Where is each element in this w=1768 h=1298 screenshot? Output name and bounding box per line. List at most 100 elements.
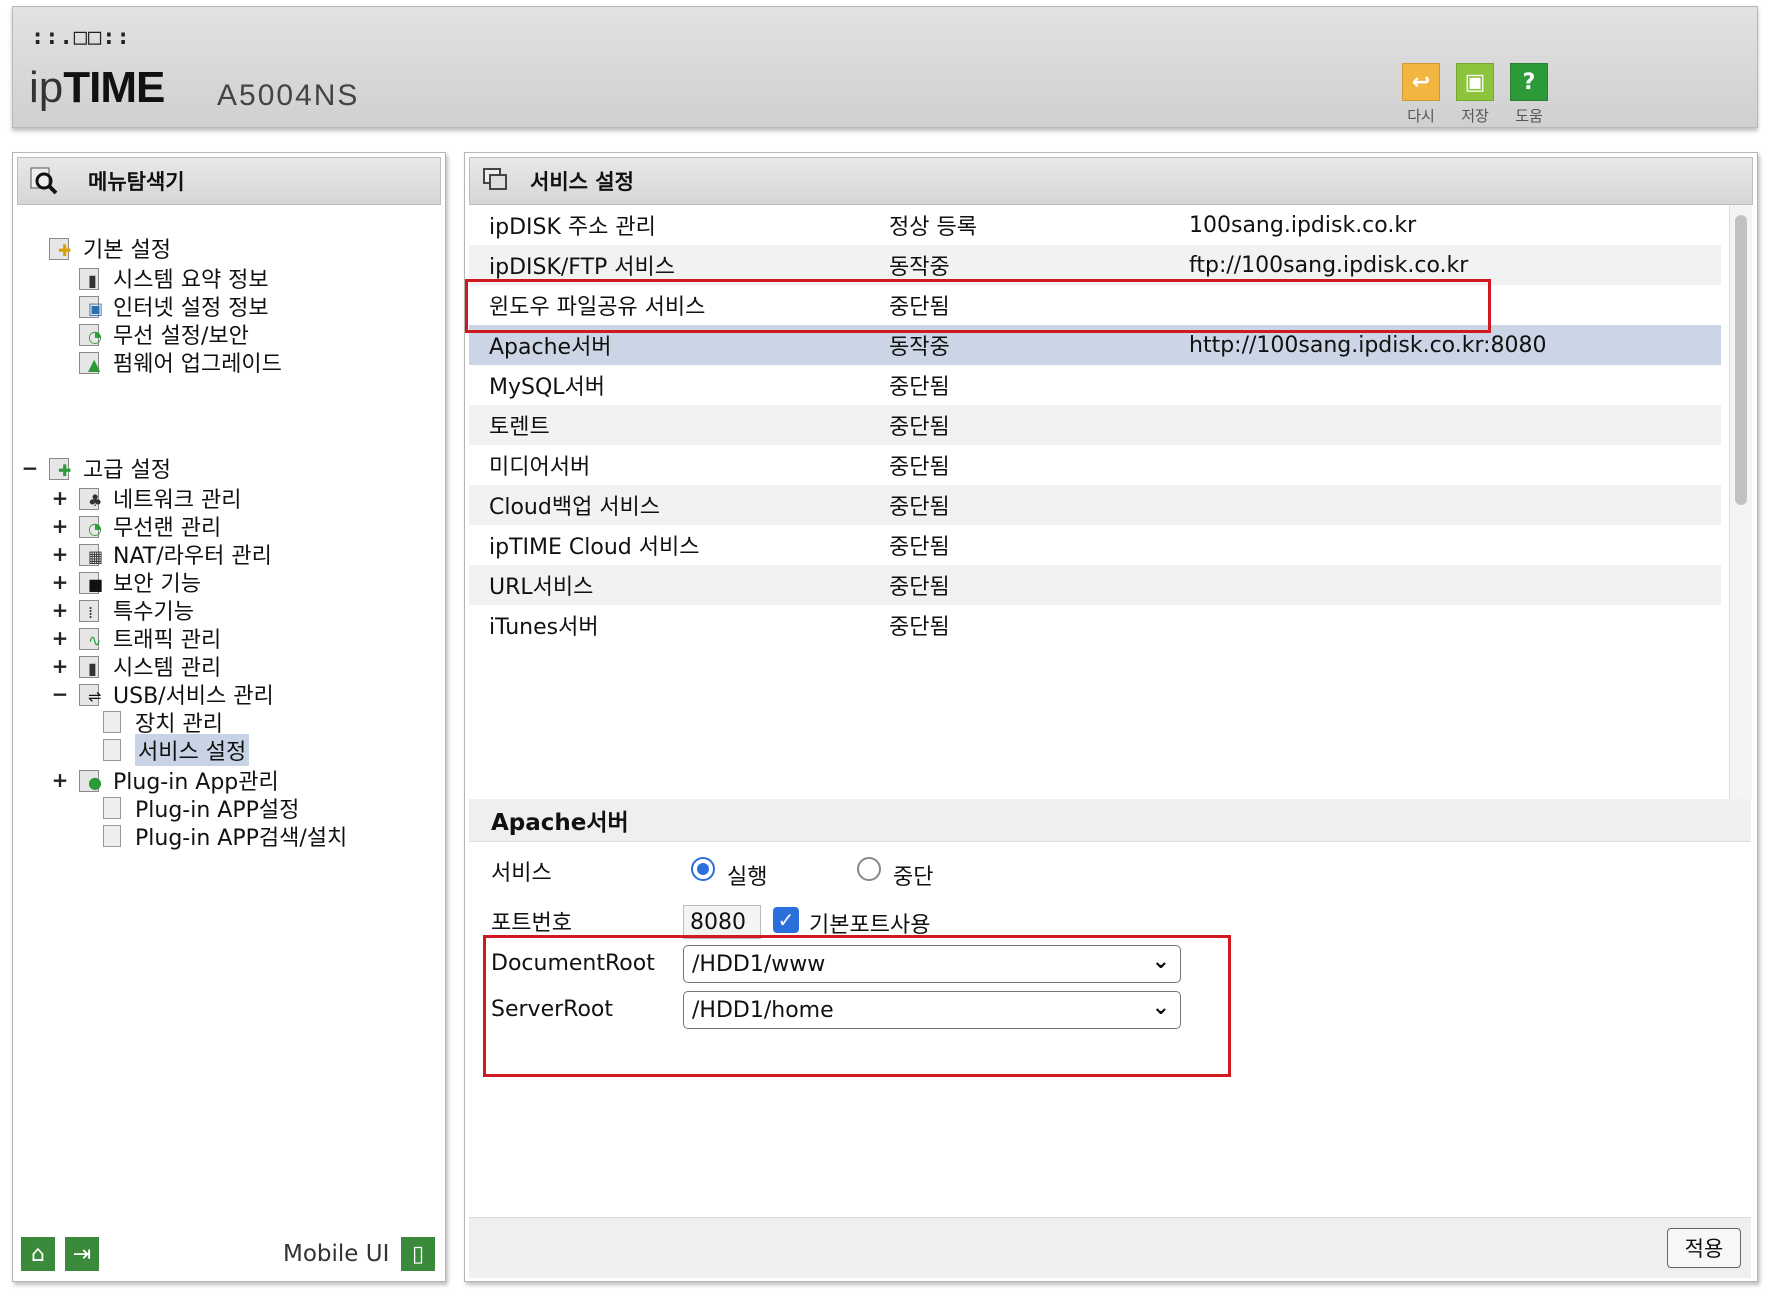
tree-item-usb-service[interactable]: − ⇌ USB/서비스 관리 <box>51 679 274 709</box>
scrollbar-thumb[interactable] <box>1735 215 1747 505</box>
expand-toggle[interactable]: + <box>51 542 69 566</box>
brand-prefix: ip <box>29 63 64 112</box>
tree-basic-settings[interactable]: ✚ 기본 설정 <box>49 233 171 263</box>
tree-item-wireless[interactable]: ◔ 무선 설정/보안 <box>79 319 249 349</box>
tree-item-plugin-settings[interactable]: Plug-in APP설정 <box>103 793 299 823</box>
service-name: Apache서버 <box>489 335 612 360</box>
brand-logo: ipTIME <box>29 63 165 113</box>
page-icon <box>103 711 121 733</box>
service-row[interactable]: 미디어서버 중단됨 <box>469 445 1721 485</box>
tree-item-system-summary[interactable]: ▮ 시스템 요약 정보 <box>79 263 269 293</box>
expand-toggle[interactable]: + <box>51 570 69 594</box>
tree-advanced-settings[interactable]: − ✚ 고급 설정 <box>21 453 171 483</box>
radio-run-label: 실행 <box>727 865 768 890</box>
tree-label: 고급 설정 <box>83 458 171 483</box>
undo-label: 다시 <box>1407 107 1435 125</box>
logout-icon[interactable]: ⇥ <box>65 1237 99 1271</box>
tree-item-internet-info[interactable]: ▣ 인터넷 설정 정보 <box>79 291 269 321</box>
detail-title-bar: Apache서버 <box>469 799 1751 842</box>
service-status: 중단됨 <box>889 375 950 400</box>
service-status: 중단됨 <box>889 615 950 640</box>
service-name: URL서비스 <box>489 575 594 600</box>
highlight-box-apache-row <box>465 279 1491 333</box>
tree-label: Plug-in APP검색/설치 <box>135 826 348 851</box>
model-name: A5004NS <box>217 79 360 112</box>
service-url: ftp://100sang.ipdisk.co.kr <box>1189 252 1469 278</box>
radio-stop[interactable] <box>857 857 881 881</box>
page-icon <box>103 825 121 847</box>
service-row[interactable]: ipTIME Cloud 서비스 중단됨 <box>469 525 1721 565</box>
windows-icon <box>482 167 510 195</box>
tree-item-traffic[interactable]: + ∿ 트래픽 관리 <box>51 623 222 653</box>
service-name: 토렌트 <box>489 415 550 440</box>
tree-item-network[interactable]: + ♣ 네트워크 관리 <box>51 483 242 513</box>
radio-run[interactable] <box>691 857 715 881</box>
service-name: iTunes서버 <box>489 615 599 640</box>
tree-item-system-mgmt[interactable]: + ▮ 시스템 관리 <box>51 651 222 681</box>
tree-item-firmware[interactable]: ▲ 펌웨어 업그레이드 <box>79 347 282 377</box>
service-name: ipDISK/FTP 서비스 <box>489 255 675 280</box>
service-name: Cloud백업 서비스 <box>489 495 661 520</box>
default-port-checkbox[interactable]: ✓ <box>773 907 799 933</box>
service-list-scrollbar[interactable] <box>1729 205 1752 799</box>
save-button[interactable]: ▣ 저장 <box>1455 63 1495 126</box>
tree-item-nat-router[interactable]: + ▦ NAT/라우터 관리 <box>51 539 272 569</box>
apply-button[interactable]: 적용 <box>1667 1228 1741 1268</box>
expand-toggle[interactable]: + <box>51 486 69 510</box>
traffic-graph-icon: ∿ <box>79 626 105 650</box>
top-header: ::.□□:: ipTIME A5004NS ↩ 다시 ▣ 저장 ? 도움 <box>12 6 1758 128</box>
undo-icon: ↩ <box>1402 63 1440 101</box>
service-status: 중단됨 <box>889 575 950 600</box>
expand-toggle[interactable]: + <box>51 626 69 650</box>
undo-button[interactable]: ↩ 다시 <box>1401 63 1441 126</box>
port-label: 포트번호 <box>491 911 572 936</box>
wifi-icon: ◔ <box>79 514 105 538</box>
collapse-toggle[interactable]: − <box>51 682 69 706</box>
home-icon[interactable]: ⌂ <box>21 1237 55 1271</box>
expand-toggle[interactable]: + <box>51 598 69 622</box>
port-input[interactable]: 8080 <box>683 905 761 939</box>
tree-item-wlan[interactable]: + ◔ 무선랜 관리 <box>51 511 222 541</box>
folder-settings-icon: ✚ <box>49 236 75 260</box>
service-settings-header: 서비스 설정 <box>469 157 1753 205</box>
help-icon: ? <box>1510 63 1548 101</box>
brand-main: TIME <box>63 63 165 112</box>
menu-explorer-panel: 메뉴탐색기 ✚ 기본 설정 ▮ 시스템 요약 정보 ▣ 인터넷 설정 정보 ◔ … <box>12 152 446 1282</box>
plugin-icon: ● <box>79 768 105 792</box>
upgrade-arrow-icon: ▲ <box>79 350 105 374</box>
service-name: MySQL서버 <box>489 375 606 400</box>
tree-item-special[interactable]: + ⁞ 특수기능 <box>51 595 194 625</box>
detail-title: Apache서버 <box>491 810 629 836</box>
tree-item-device-mgmt[interactable]: 장치 관리 <box>103 707 223 737</box>
service-list: ipDISK 주소 관리 정상 등록 100sang.ipdisk.co.kr … <box>469 205 1721 645</box>
page-icon <box>103 797 121 819</box>
service-status: 중단됨 <box>889 535 950 560</box>
help-button[interactable]: ? 도움 <box>1509 63 1549 126</box>
expand-toggle[interactable]: + <box>51 514 69 538</box>
mobile-ui-label[interactable]: Mobile UI <box>283 1241 389 1267</box>
service-row[interactable]: Cloud백업 서비스 중단됨 <box>469 485 1721 525</box>
service-status: 동작중 <box>889 255 950 280</box>
network-icon: ♣ <box>79 486 105 510</box>
tree-item-plugin-search[interactable]: Plug-in APP검색/설치 <box>103 821 347 851</box>
monitor-icon: ▣ <box>79 294 105 318</box>
save-icon: ▣ <box>1456 63 1494 101</box>
expand-toggle[interactable]: + <box>51 654 69 678</box>
expand-toggle[interactable]: + <box>51 768 69 792</box>
tree-item-plugin-app[interactable]: + ● Plug-in App관리 <box>51 765 279 795</box>
logo-mark: ::.□□:: <box>31 25 131 50</box>
service-row[interactable]: ipDISK 주소 관리 정상 등록 100sang.ipdisk.co.kr <box>469 205 1721 245</box>
service-row[interactable]: URL서비스 중단됨 <box>469 565 1721 605</box>
service-row[interactable]: iTunes서버 중단됨 <box>469 605 1721 645</box>
highlight-box-root-fields <box>483 935 1231 1077</box>
collapse-toggle[interactable]: − <box>21 456 39 480</box>
service-row[interactable]: MySQL서버 중단됨 <box>469 365 1721 405</box>
tree-item-service-settings[interactable]: 서비스 설정 <box>103 734 250 766</box>
tree-label: 펌웨어 업그레이드 <box>113 352 282 377</box>
service-label: 서비스 <box>491 861 552 886</box>
service-name: 미디어서버 <box>489 455 591 480</box>
service-status: 중단됨 <box>889 495 950 520</box>
mobile-phone-icon[interactable]: ▯ <box>401 1237 435 1271</box>
service-row[interactable]: 토렌트 중단됨 <box>469 405 1721 445</box>
tree-item-security[interactable]: + ■ 보안 기능 <box>51 567 201 597</box>
